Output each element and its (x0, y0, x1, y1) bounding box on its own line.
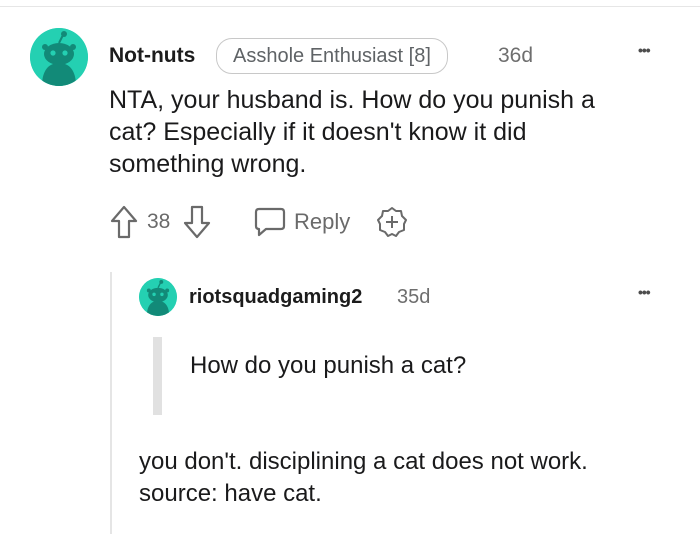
comment-age[interactable]: 36d (498, 43, 533, 69)
quote-bar (153, 337, 162, 415)
award-icon[interactable] (376, 206, 408, 238)
avatar[interactable] (30, 28, 88, 86)
reply-body-line-2: source: have cat. (139, 480, 322, 507)
snoo-avatar-icon (139, 278, 177, 316)
comment-body-line-3: something wrong. (109, 150, 307, 178)
thread-line[interactable] (110, 272, 112, 534)
reply-age[interactable]: 35d (397, 285, 430, 309)
comment-more-options-button[interactable]: ••• (638, 40, 651, 60)
reply-avatar[interactable] (139, 278, 177, 316)
user-flair-badge: Asshole Enthusiast [8] (216, 38, 448, 74)
comment-body-line-2: cat? Especially if it doesn't know it di… (109, 118, 527, 146)
reply-username[interactable]: riotsquadgaming2 (189, 285, 362, 309)
comment-body-line-1: NTA, your husband is. How do you punish … (109, 86, 595, 114)
downvote-icon[interactable] (183, 205, 211, 239)
quoted-text: How do you punish a cat? (190, 352, 467, 379)
snoo-avatar-icon (30, 28, 88, 86)
reply-more-options-button[interactable]: ••• (638, 282, 651, 302)
reply-icon[interactable] (253, 206, 287, 238)
top-divider (0, 6, 700, 7)
comment-username[interactable]: Not-nuts (109, 43, 195, 69)
upvote-icon[interactable] (110, 205, 138, 239)
reply-button[interactable]: Reply (294, 208, 350, 236)
comment-score: 38 (147, 210, 171, 233)
reply-body-line-1: you don't. disciplining a cat does not w… (139, 448, 588, 475)
